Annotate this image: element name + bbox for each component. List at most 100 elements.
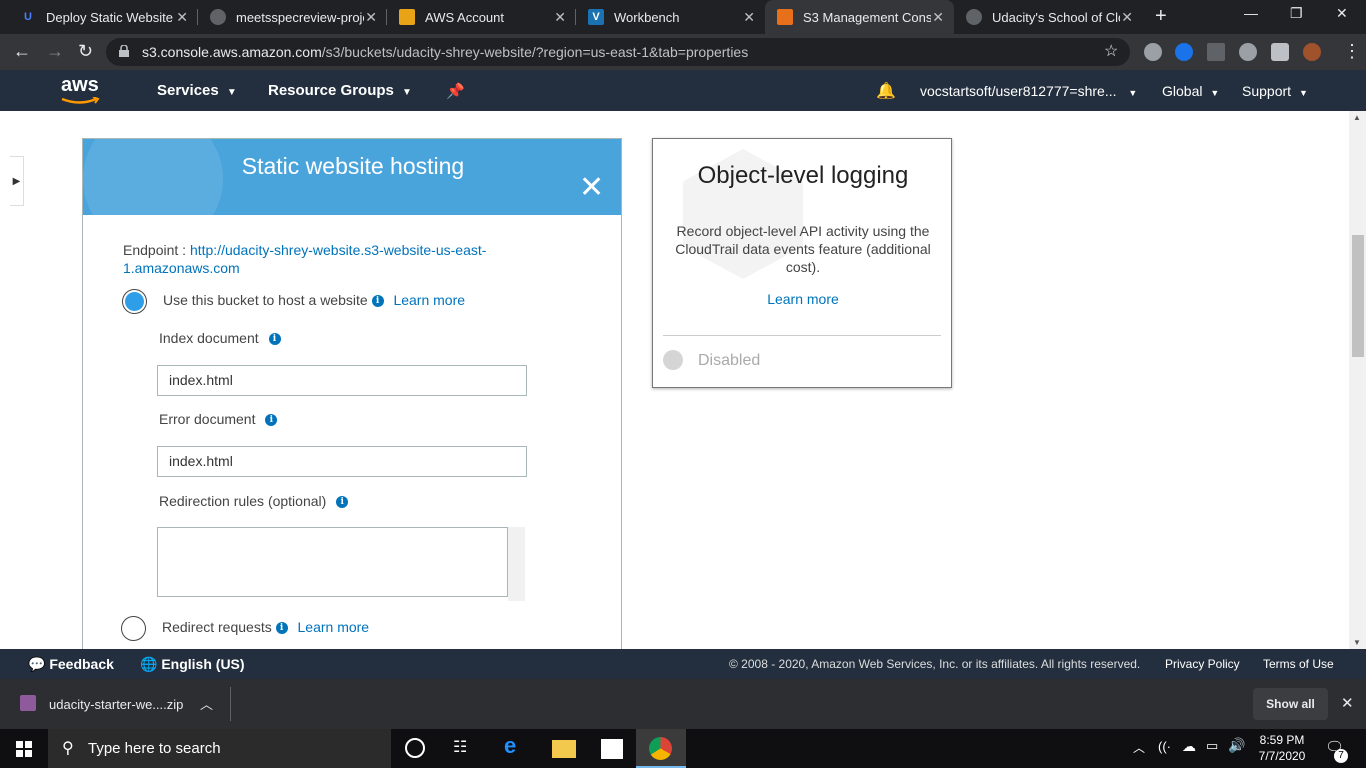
region-label: Global — [1162, 83, 1203, 99]
clock[interactable]: 8:59 PM 7/7/2020 — [1258, 732, 1306, 764]
play-extension-icon[interactable] — [1175, 43, 1193, 61]
download-filename[interactable]: udacity-starter-we....zip — [49, 697, 183, 712]
edge-icon[interactable]: e — [504, 733, 528, 758]
close-tab-icon[interactable]: ✕ — [365, 9, 377, 26]
chevron-up-icon[interactable]: ︿ — [1133, 739, 1145, 756]
close-tab-icon[interactable]: ✕ — [743, 9, 755, 26]
learn-more-link[interactable]: Learn more — [393, 292, 465, 308]
close-tab-icon[interactable]: ✕ — [932, 9, 944, 26]
error-document-input[interactable]: index.html — [157, 446, 527, 477]
reload-icon[interactable]: ↻ — [78, 41, 93, 62]
redirection-rules-textarea[interactable] — [157, 527, 508, 597]
language-button[interactable]: 🌐 English (US) — [140, 656, 245, 673]
aws-logo[interactable]: aws — [61, 74, 99, 97]
learn-more-link[interactable]: Learn more — [653, 291, 951, 307]
wifi-icon[interactable]: ((· — [1158, 739, 1171, 754]
static-website-hosting-card: Static website hosting ✕ Endpoint : http… — [82, 138, 622, 649]
close-window-icon[interactable]: ✕ — [1336, 5, 1348, 22]
index-document-input[interactable]: index.html — [157, 365, 527, 396]
show-all-button[interactable]: Show all — [1253, 688, 1328, 720]
status-label: Disabled — [698, 352, 761, 369]
close-tab-icon[interactable]: ✕ — [554, 9, 566, 26]
close-download-bar-icon[interactable]: ✕ — [1341, 694, 1354, 712]
task-view-icon[interactable]: ☷ — [453, 737, 477, 761]
chevron-up-icon[interactable]: ︿ — [200, 694, 213, 713]
redirect-requests-label: Redirect requests — [162, 619, 272, 635]
globe-icon: 🌐 — [140, 656, 158, 672]
divider — [230, 687, 231, 721]
battery-icon[interactable]: ▭ — [1206, 738, 1218, 754]
privacy-policy-link[interactable]: Privacy Policy — [1165, 657, 1240, 671]
divider — [663, 335, 941, 336]
card-header: Static website hosting ✕ — [83, 139, 621, 215]
clock-time: 8:59 PM — [1259, 733, 1305, 747]
resource-groups-label: Resource Groups — [268, 82, 394, 99]
close-tab-icon[interactable]: ✕ — [176, 9, 188, 26]
bell-icon[interactable]: 🔔 — [876, 81, 896, 101]
file-explorer-icon[interactable] — [552, 740, 576, 758]
sidebar-toggle-icon[interactable]: ▶ — [10, 156, 24, 206]
store-icon[interactable] — [601, 739, 623, 759]
restore-icon[interactable]: ❐ — [1290, 5, 1303, 22]
address-bar[interactable]: s3.console.aws.amazon.com/s3/buckets/uda… — [106, 38, 1130, 66]
account-label: vocstartsoft/user812777=shre... — [920, 83, 1117, 99]
weather-icon[interactable]: ☁ — [1182, 738, 1196, 755]
status-dot-icon — [663, 350, 683, 370]
scroll-down-icon[interactable]: ▼ — [1353, 638, 1361, 647]
profile-avatar[interactable] — [1303, 43, 1321, 61]
info-icon[interactable]: i — [371, 295, 384, 308]
browser-tab[interactable]: AWS Account ✕ — [387, 0, 576, 34]
feedback-button[interactable]: 💬 Feedback — [28, 656, 114, 673]
browser-tab[interactable]: Udacity's School of Clo ✕ — [954, 0, 1143, 34]
info-icon[interactable]: i — [275, 622, 288, 635]
menu-icon[interactable]: ⋮ — [1343, 41, 1361, 62]
browser-tab[interactable]: meetsspecreview-proje ✕ — [198, 0, 387, 34]
pin-icon[interactable]: 📌 — [446, 82, 465, 100]
endpoint-link[interactable]: http://udacity-shrey-website.s3-website-… — [190, 242, 486, 258]
extension-icon[interactable] — [1144, 43, 1162, 61]
support-menu[interactable]: Support ▼ — [1242, 83, 1308, 99]
info-icon[interactable]: i — [336, 496, 349, 509]
aws-top-nav: aws Services ▼ Resource Groups ▼ 📌 🔔 voc… — [0, 70, 1366, 111]
windows-start-icon[interactable] — [16, 741, 32, 757]
windows-taskbar: ⚲ Type here to search ☷ e ︿ ((· ☁ ▭ 🔊 8:… — [0, 729, 1366, 768]
account-menu[interactable]: vocstartsoft/user812777=shre... ▼ — [920, 83, 1137, 99]
error-document-field: Error document i — [159, 411, 278, 427]
resource-groups-menu[interactable]: Resource Groups ▼ — [268, 82, 412, 99]
close-icon[interactable]: ✕ — [579, 173, 604, 203]
page-scrollbar[interactable]: ▲ ▼ — [1349, 111, 1366, 649]
services-menu[interactable]: Services ▼ — [157, 82, 237, 99]
browser-tab[interactable]: U Deploy Static Website o ✕ — [8, 0, 198, 34]
endpoint-link-cont[interactable]: 1.amazonaws.com — [123, 260, 240, 276]
bookmark-star-icon[interactable]: ☆ — [1104, 41, 1118, 61]
minimize-icon[interactable]: — — [1244, 5, 1258, 21]
browser-tab-active[interactable]: S3 Management Conso ✕ — [765, 0, 954, 34]
cloud-extension-icon[interactable] — [1239, 43, 1257, 61]
volume-icon[interactable]: 🔊 — [1228, 737, 1245, 754]
browser-toolbar: ← → ↻ s3.console.aws.amazon.com/s3/bucke… — [0, 34, 1366, 70]
cortana-icon[interactable] — [405, 738, 425, 758]
new-tab-icon[interactable]: + — [1155, 5, 1167, 28]
info-icon[interactable]: i — [265, 414, 278, 427]
scrollbar-thumb[interactable] — [1352, 235, 1364, 357]
textarea-scrollbar[interactable] — [508, 527, 525, 601]
chevron-down-icon: ▼ — [1128, 88, 1138, 98]
learn-more-link[interactable]: Learn more — [298, 619, 370, 635]
browser-tab[interactable]: V Workbench ✕ — [576, 0, 765, 34]
taskbar-search[interactable]: ⚲ Type here to search — [48, 729, 391, 768]
redirect-requests-radio[interactable] — [121, 616, 146, 641]
scroll-up-icon[interactable]: ▲ — [1353, 113, 1361, 122]
terms-of-use-link[interactable]: Terms of Use — [1263, 657, 1334, 671]
puzzle-extensions-icon[interactable] — [1271, 43, 1289, 61]
aws-smile-icon — [61, 97, 100, 104]
region-menu[interactable]: Global ▼ — [1162, 83, 1219, 99]
use-bucket-radio[interactable] — [122, 289, 147, 314]
chart-extension-icon[interactable] — [1207, 43, 1225, 61]
info-icon[interactable]: i — [268, 333, 281, 346]
close-tab-icon[interactable]: ✕ — [1121, 9, 1133, 26]
services-label: Services — [157, 82, 219, 99]
forward-icon[interactable]: → — [46, 41, 64, 62]
object-level-logging-card[interactable]: Object-level logging Record object-level… — [652, 138, 952, 388]
back-icon[interactable]: ← — [13, 41, 31, 62]
chrome-taskbar-button[interactable] — [636, 729, 686, 768]
